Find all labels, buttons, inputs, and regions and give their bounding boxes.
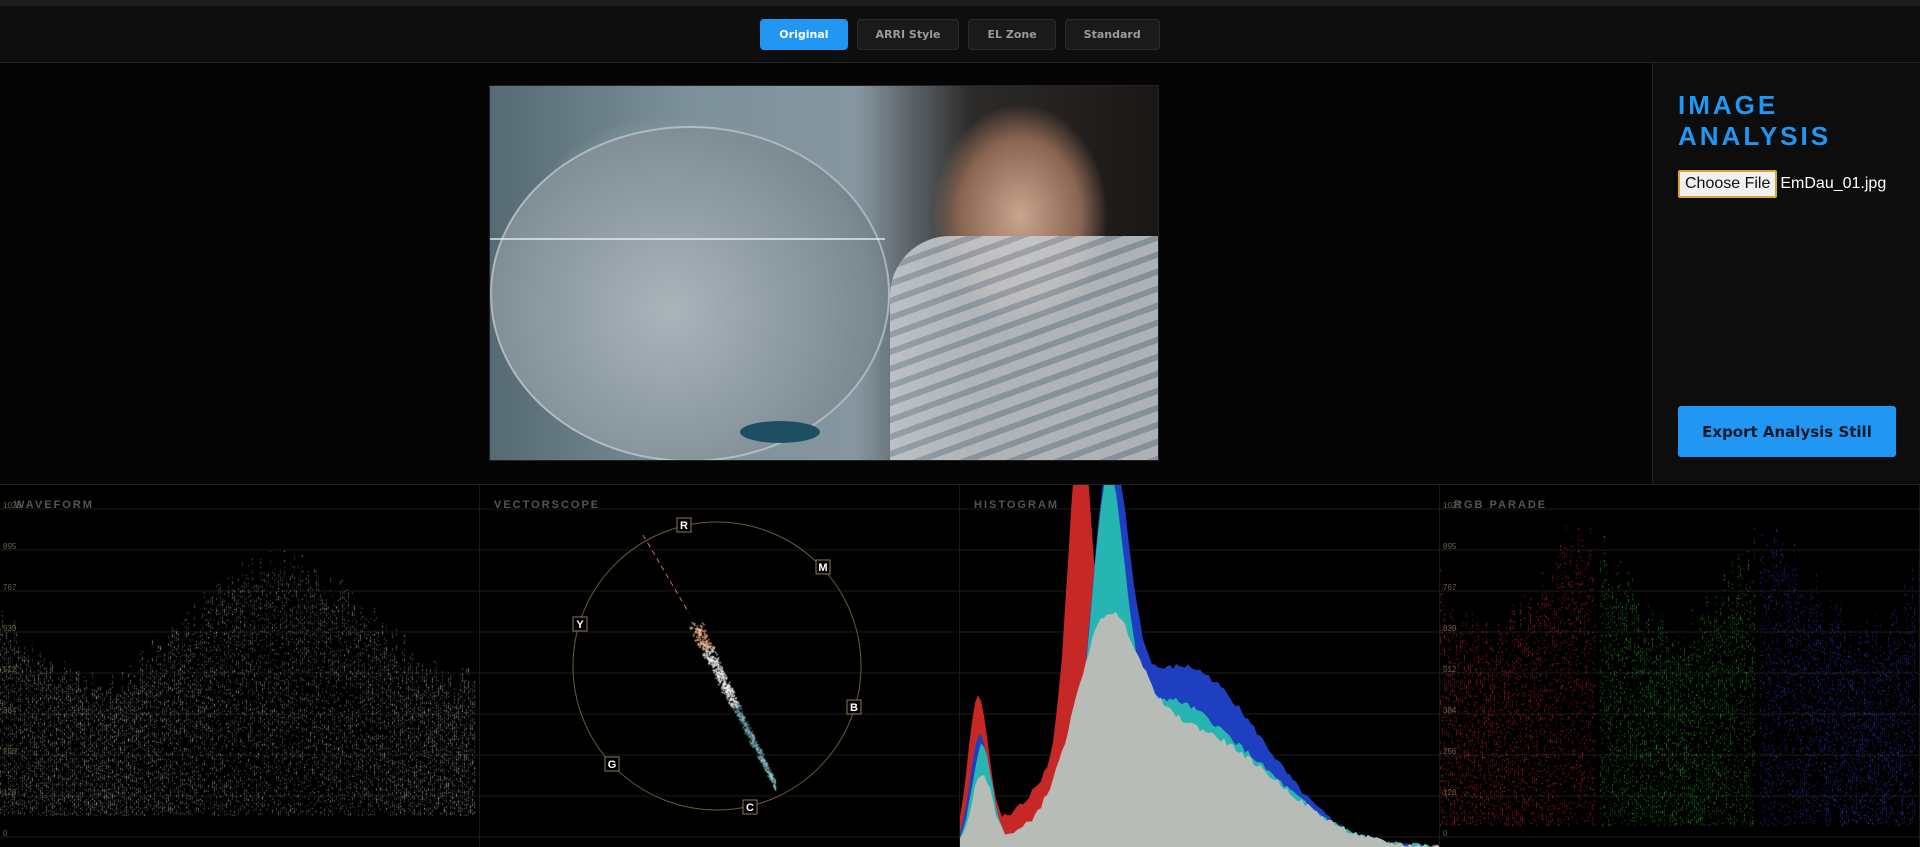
axis-tick-label: 0 bbox=[3, 829, 8, 838]
axis-tick-label: 128 bbox=[1443, 788, 1457, 797]
waveform-panel: WAVEFORM 1023 895 767 639 512 384 256 128 0 bbox=[0, 485, 480, 847]
file-name: EmDau_01.jpg bbox=[1780, 175, 1887, 192]
axis-tick-label: 767 bbox=[3, 583, 17, 592]
axis-tick-label: 0 bbox=[1443, 829, 1448, 838]
scopes-row: WAVEFORM 1023 895 767 639 512 384 256 128 0 RMBC… bbox=[0, 484, 1920, 847]
title-line-1: IMAGE bbox=[1678, 90, 1779, 120]
waveform-plot bbox=[0, 485, 479, 847]
axis-tick-label: 256 bbox=[1443, 747, 1457, 756]
axis-tick-label: 512 bbox=[1443, 665, 1457, 674]
export-analysis-button[interactable]: Export Analysis Still bbox=[1678, 406, 1896, 457]
target-y-label: Y bbox=[576, 619, 584, 631]
mode-original-button[interactable]: Original bbox=[760, 18, 848, 50]
title-line-2: ANALYSIS bbox=[1678, 121, 1832, 151]
target-m-label: M bbox=[818, 562, 827, 574]
axis-tick-label: 384 bbox=[1443, 706, 1457, 715]
axis-tick-label: 256 bbox=[3, 747, 17, 756]
mode-standard-button[interactable]: Standard bbox=[1064, 18, 1160, 50]
axis-tick-label: 512 bbox=[3, 665, 17, 674]
rgb-parade-label: RGB PARADE bbox=[1454, 499, 1548, 511]
mode-arri-style-button[interactable]: ARRI Style bbox=[856, 18, 960, 50]
axis-tick-label: 384 bbox=[3, 706, 17, 715]
sidebar-title: IMAGE ANALYSIS bbox=[1678, 90, 1831, 152]
target-g-label: G bbox=[608, 759, 617, 771]
waveform-label: WAVEFORM bbox=[14, 499, 94, 511]
image-viewer bbox=[0, 63, 1652, 484]
analysis-sidebar: IMAGE ANALYSIS Choose File EmDau_01.jpg … bbox=[1652, 63, 1920, 484]
mode-toolbar: Original ARRI Style EL Zone Standard bbox=[0, 6, 1920, 63]
axis-tick-label: 895 bbox=[3, 542, 17, 551]
vectorscope-label: VECTORSCOPE bbox=[494, 499, 601, 511]
axis-tick-label: 767 bbox=[1443, 583, 1457, 592]
axis-tick-label: 128 bbox=[3, 788, 17, 797]
histogram-label: HISTOGRAM bbox=[974, 499, 1060, 511]
skin-tone-line bbox=[642, 534, 690, 614]
file-input[interactable]: Choose File EmDau_01.jpg bbox=[1678, 170, 1886, 198]
analyzed-image bbox=[489, 85, 1159, 461]
mode-el-zone-button[interactable]: EL Zone bbox=[968, 18, 1056, 50]
target-c-label: C bbox=[746, 802, 754, 814]
histogram-plot bbox=[960, 485, 1439, 847]
target-r-label: R bbox=[680, 520, 688, 532]
rgb-parade-plot bbox=[1440, 485, 1919, 847]
choose-file-button[interactable]: Choose File bbox=[1678, 170, 1778, 198]
target-b-label: B bbox=[850, 702, 858, 714]
vectorscope-graticule: R M B C G Y bbox=[572, 517, 862, 815]
vectorscope-panel: R M B C G Y VECTORSCOPE bbox=[480, 485, 960, 847]
axis-tick-label: 895 bbox=[1443, 542, 1457, 551]
histogram-panel: HISTOGRAM bbox=[960, 485, 1440, 847]
rgb-parade-panel: RGB PARADE 1023 895 767 639 512 384 256 128 0 bbox=[1440, 485, 1920, 847]
axis-tick-label: 639 bbox=[3, 624, 17, 633]
axis-tick-label: 639 bbox=[1443, 624, 1457, 633]
